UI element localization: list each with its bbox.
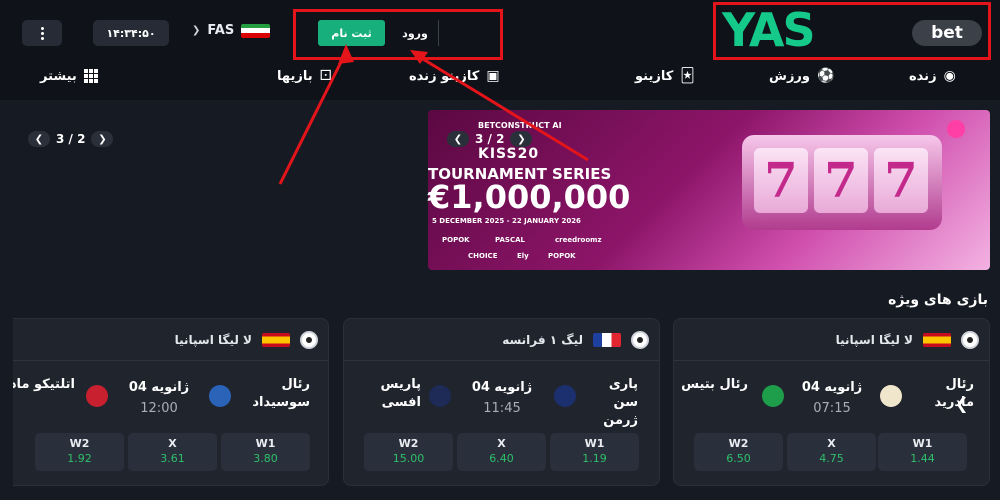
psg-crest-icon [554,385,576,407]
odds-w1[interactable]: W1 3.80 [221,433,310,471]
odds-x[interactable]: X 6.40 [457,433,546,471]
home-team: پاری سن ژرمن [603,377,638,428]
match-time: 11:45 [483,401,521,416]
match-date: ژانویه 04 [801,380,863,395]
league-name: لیگ ۱ فرانسه [502,333,583,347]
away-team: پاریس افسی [380,377,421,410]
soccer-ball-icon [961,331,979,349]
odds-w1[interactable]: W1 1.19 [550,433,639,471]
league-name: لا لیگا اسپانیا [174,333,252,347]
atletico-madrid-crest-icon [86,385,108,407]
real-betis-crest-icon [762,385,784,407]
france-flag-icon [593,333,621,347]
soccer-ball-icon [631,331,649,349]
away-team: اتلتیکو مادرید [13,377,75,392]
odds-w2[interactable]: W2 6.50 [694,433,783,471]
real-madrid-crest-icon [880,385,902,407]
league-name: لا لیگا اسپانیا [835,333,913,347]
odds-x[interactable]: X 3.61 [128,433,217,471]
real-sociedad-crest-icon [209,385,231,407]
match-date: ژانویه 04 [128,380,190,395]
match-date: ژانویه 04 [471,380,533,395]
card-header: لیگ ۱ فرانسه [354,331,649,349]
odds-x[interactable]: X 4.75 [787,433,876,471]
section-title-featured: بازی های ویژه [888,292,988,308]
soccer-ball-icon [300,331,318,349]
match-card[interactable]: لا لیگا اسپانیا رئال سوسیداد ژانویه 04 1… [13,318,329,486]
card-header: لا لیگا اسپانیا [23,331,318,349]
odds-w2[interactable]: W2 1.92 [35,433,124,471]
match-time: 12:00 [140,401,178,416]
match-card[interactable]: لا لیگا اسپانیا رئال مادرید ژانویه 04 07… [673,318,990,486]
away-team: رئال بتیس [681,377,748,392]
match-card[interactable]: لیگ ۱ فرانسه پاری سن ژرمن ژانویه 04 11:4… [343,318,660,486]
home-team: رئال سوسیداد [252,377,310,410]
match-time: 07:15 [813,401,851,416]
spain-flag-icon [923,333,951,347]
card-header: لا لیگا اسپانیا [684,331,979,349]
paris-fc-crest-icon [429,385,451,407]
spain-flag-icon [262,333,290,347]
odds-w1[interactable]: W1 1.44 [878,433,967,471]
chevron-left-icon[interactable]: ❮ [955,394,968,413]
odds-w2[interactable]: W2 15.00 [364,433,453,471]
